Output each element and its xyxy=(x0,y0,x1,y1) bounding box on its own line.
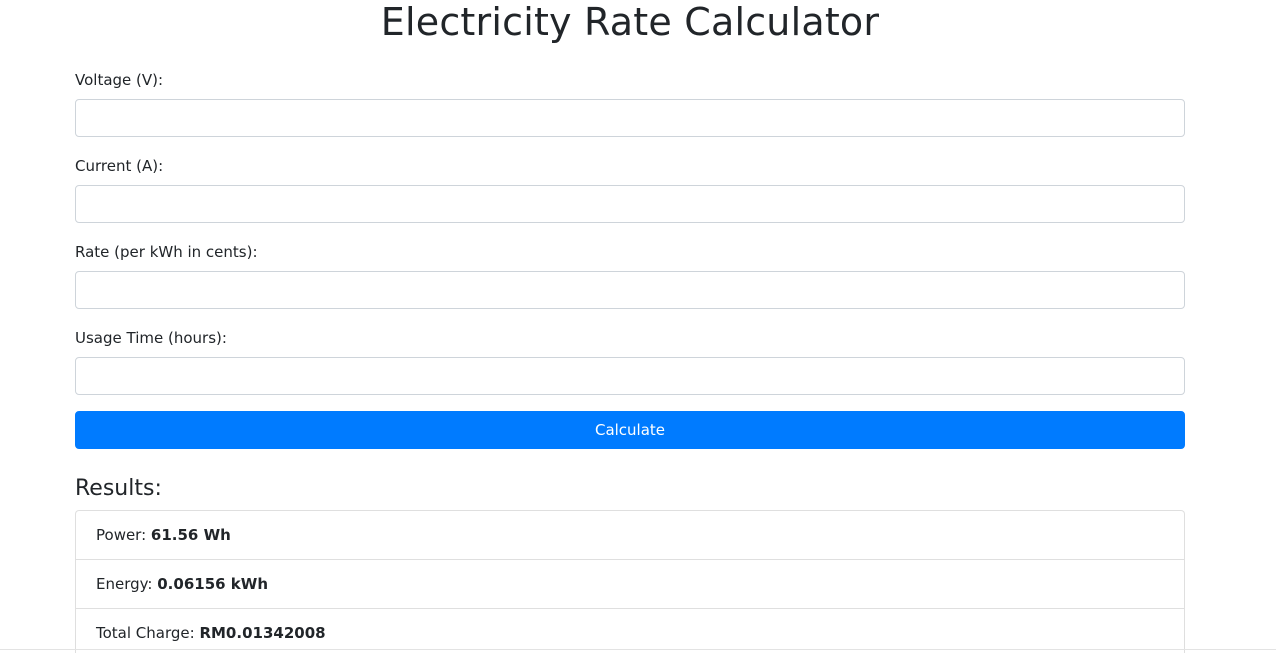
page: Electricity Rate Calculator Voltage (V):… xyxy=(0,0,1276,653)
result-total-charge: Total Charge: RM0.01342008 xyxy=(76,609,1184,653)
voltage-label: Voltage (V): xyxy=(75,71,164,89)
usage-time-input[interactable] xyxy=(75,357,1185,395)
result-power-label: Power: xyxy=(96,526,151,544)
viewport-bottom-divider xyxy=(0,649,1276,650)
voltage-input[interactable] xyxy=(75,99,1185,137)
result-power: Power: 61.56 Wh xyxy=(76,511,1184,560)
calculate-button[interactable]: Calculate xyxy=(75,411,1185,449)
page-title: Electricity Rate Calculator xyxy=(380,0,880,44)
results-list: Power: 61.56 Wh Energy: 0.06156 kWh Tota… xyxy=(75,510,1185,653)
current-label: Current (A): xyxy=(75,157,164,175)
result-total-charge-value: RM0.01342008 xyxy=(199,624,326,642)
rate-input[interactable] xyxy=(75,271,1185,309)
result-total-charge-label: Total Charge: xyxy=(96,624,200,642)
usage-time-label: Usage Time (hours): xyxy=(75,329,227,347)
results-heading: Results: xyxy=(75,476,162,501)
result-energy-label: Energy: xyxy=(96,575,158,593)
result-energy: Energy: 0.06156 kWh xyxy=(76,560,1184,609)
current-input[interactable] xyxy=(75,185,1185,223)
result-power-value: 61.56 Wh xyxy=(150,526,231,544)
result-energy-value: 0.06156 kWh xyxy=(157,575,268,593)
rate-label: Rate (per kWh in cents): xyxy=(75,243,258,261)
